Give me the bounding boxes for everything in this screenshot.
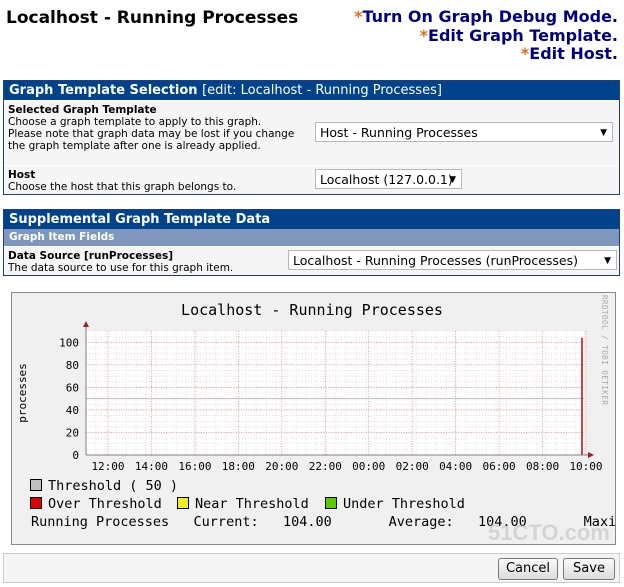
under-swatch [325,497,337,509]
host-select[interactable]: Localhost (127.0.0.1) ▼ [315,169,462,189]
selected-template-description: Choose a graph template to apply to this… [8,116,295,152]
graph-template-select[interactable]: Host - Running Processes ▼ [315,122,613,142]
x-tick-label: 20:00 [265,460,298,473]
selected-template-row: Selected Graph Template Choose a graph t… [4,100,619,165]
host-label: Host [8,169,36,181]
x-tick-label: 16:00 [178,460,211,473]
x-tick-label: 04:00 [439,460,472,473]
graph-template-panel: Graph Template Selection [edit: Localhos… [3,80,620,195]
threshold-swatch [30,479,42,491]
x-tick-label: 10:00 [569,460,602,473]
x-tick-label: 12:00 [91,460,124,473]
cancel-button[interactable]: Cancel [498,558,558,580]
x-axis-arrow [588,452,594,458]
y-tick-label: 100 [59,336,79,349]
chevron-down-icon: ▼ [604,256,611,266]
header-links: *Turn On Graph Debug Mode. *Edit Graph T… [354,7,618,64]
y-tick-label: 60 [66,381,79,394]
graph-item-fields-heading: Graph Item Fields [4,229,619,246]
legend-under: Under Threshold [325,496,465,512]
legend-near: Near Threshold [177,496,309,512]
y-axis-label: processes [16,363,29,423]
panel-heading-edit: [edit: Localhost - Running Processes] [202,83,442,98]
x-tick-label: 02:00 [396,460,429,473]
host-row: Host Choose the host that this graph bel… [4,165,619,194]
y-tick-label: 0 [72,449,79,462]
y-tick-label: 20 [66,426,79,439]
data-source-select[interactable]: Localhost - Running Processes (runProces… [288,250,617,270]
over-swatch [30,497,42,509]
host-description: Choose the host that this graph belongs … [8,181,237,193]
x-tick-label: 18:00 [222,460,255,473]
x-tick-label: 08:00 [526,460,559,473]
panel-heading: Supplemental Graph Template Data [4,210,619,229]
form-actions: Cancel Save [3,553,620,583]
y-axis-arrow [83,321,89,327]
rrd-graph: Localhost - Running Processes RRDTOOL / … [11,292,616,545]
chevron-down-icon: ▼ [600,128,607,138]
supplemental-panel: Supplemental Graph Template Data Graph I… [3,209,620,276]
save-button[interactable]: Save [563,558,615,580]
x-tick-label: 14:00 [135,460,168,473]
legend-over: Over Threshold [30,496,162,512]
site-watermark: 51CTO.com [488,520,610,545]
debug-mode-link[interactable]: *Turn On Graph Debug Mode. [354,7,618,27]
y-tick-label: 80 [66,359,79,372]
y-tick-label: 40 [66,404,79,417]
edit-host-link[interactable]: *Edit Host. [354,44,618,64]
page-title: Localhost - Running Processes [6,8,299,28]
data-source-description: The data source to use for this graph it… [8,262,234,274]
legend-threshold: Threshold ( 50 ) [30,478,178,494]
x-tick-label: 06:00 [483,460,516,473]
near-swatch [177,497,189,509]
panel-heading: Graph Template Selection [edit: Localhos… [4,81,619,100]
x-tick-label: 00:00 [352,460,385,473]
data-source-row: Data Source [runProcesses] The data sour… [4,246,619,275]
x-tick-label: 22:00 [309,460,342,473]
chevron-down-icon: ▼ [449,175,456,185]
edit-graph-template-link[interactable]: *Edit Graph Template. [354,26,618,46]
selected-template-label: Selected Graph Template [8,104,157,116]
